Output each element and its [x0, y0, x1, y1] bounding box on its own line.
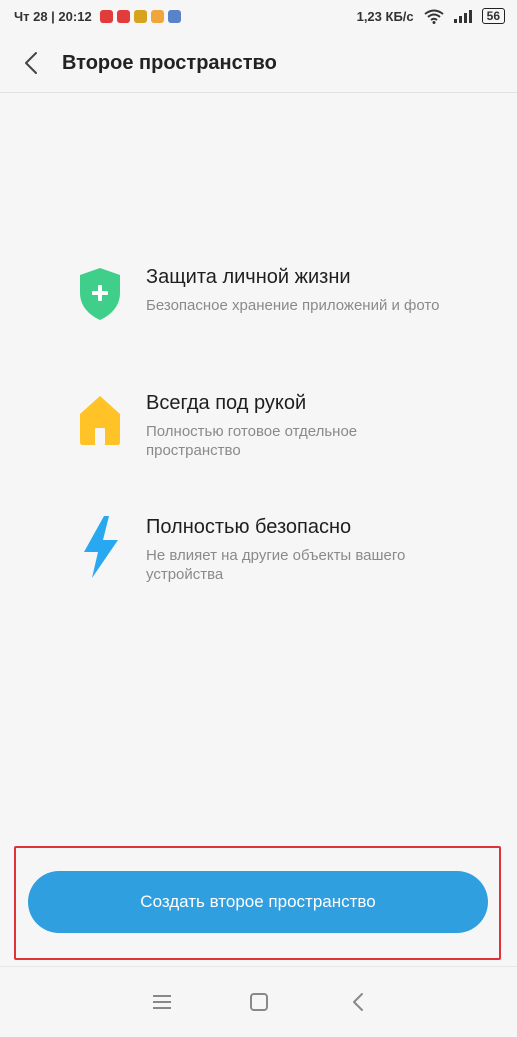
feature-description: Безопасное хранение приложений и фото	[146, 297, 440, 314]
notification-icons	[99, 10, 181, 23]
notification-icon	[99, 10, 113, 23]
notification-icon	[133, 10, 147, 23]
notification-icon	[167, 10, 181, 23]
status-datetime: Чт 28 | 20:12	[14, 9, 92, 24]
signal-icon	[453, 9, 472, 23]
header: Второе пространство	[0, 34, 517, 93]
wifi-icon	[424, 9, 444, 24]
page-title: Второе пространство	[62, 52, 277, 74]
notification-icon	[116, 10, 130, 23]
feature-title: Полностью безопасно	[146, 516, 352, 538]
status-right: 1,23 КБ/с 56	[357, 8, 505, 24]
feature-title: Защита личной жизни	[146, 266, 351, 288]
back-button[interactable]	[14, 46, 48, 80]
home-nav-icon[interactable]	[248, 991, 270, 1013]
home-icon	[80, 396, 120, 445]
lightning-icon	[84, 516, 118, 578]
notification-icon	[150, 10, 164, 23]
battery-indicator: 56	[481, 8, 505, 24]
navigation-bar	[0, 966, 517, 1037]
status-bar: Чт 28 | 20:12 1,23 КБ/с 56	[0, 0, 517, 34]
feature-description: Полностью готовое отдельное пространство	[146, 423, 358, 459]
back-nav-icon[interactable]	[348, 991, 370, 1013]
feature-title: Всегда под рукой	[146, 392, 307, 414]
status-left: Чт 28 | 20:12	[14, 9, 181, 24]
menu-icon[interactable]	[151, 991, 173, 1013]
shield-plus-icon	[80, 268, 120, 320]
create-second-space-button[interactable]: Создать второе пространство	[28, 871, 488, 933]
chevron-left-icon	[25, 52, 37, 74]
network-speed: 1,23 КБ/с	[356, 8, 414, 24]
feature-description: Не влияет на другие объекты вашего устро…	[146, 547, 406, 583]
